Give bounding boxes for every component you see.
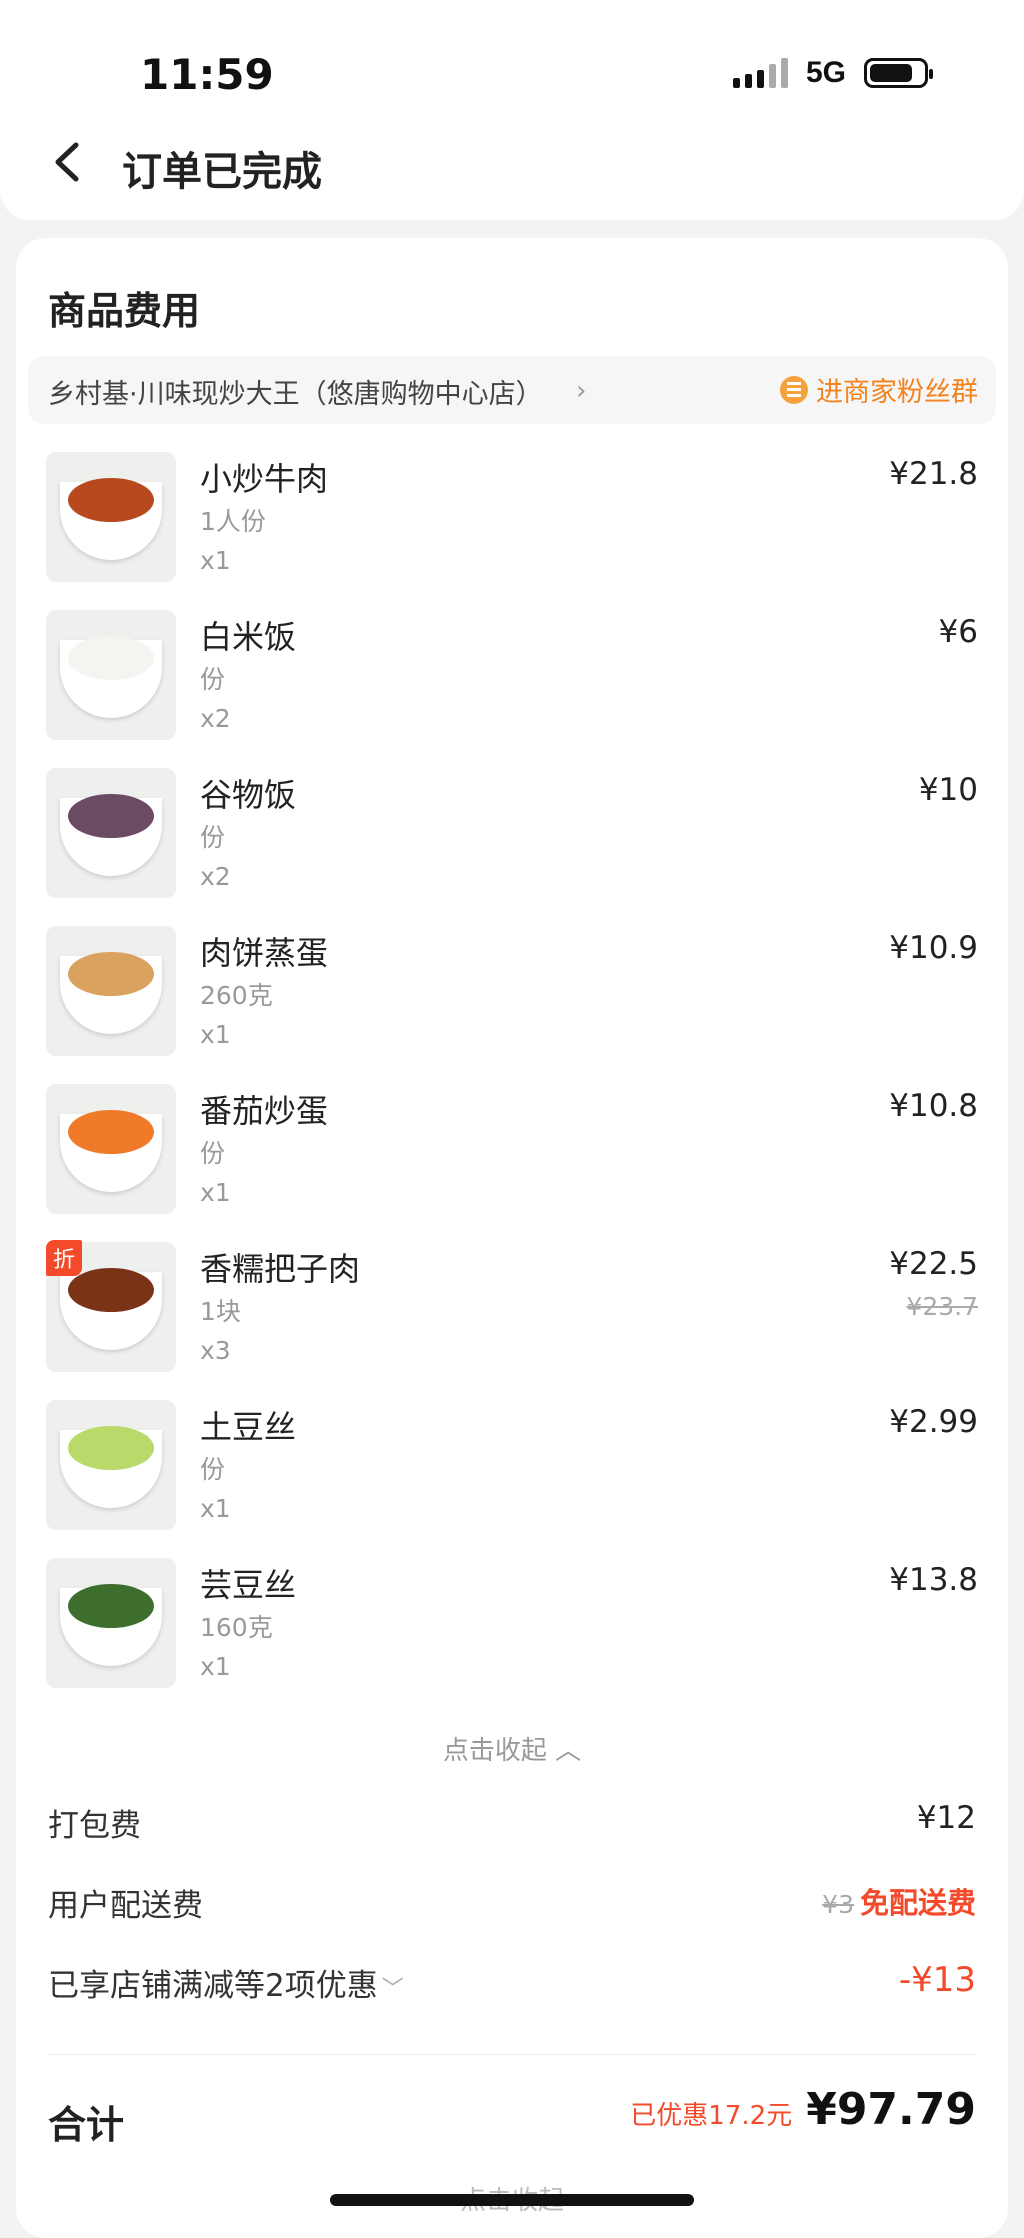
item-qty: x2	[200, 862, 231, 891]
total-amount: ¥97.79	[806, 2084, 976, 2135]
chat-icon	[780, 375, 808, 404]
item-name: 谷物饭	[200, 776, 297, 814]
item-spec: 160克	[200, 1613, 273, 1642]
item-original-price: ¥23.7	[906, 1292, 978, 1321]
status-indicators: 5G	[732, 56, 933, 90]
dish-image	[46, 768, 176, 898]
item-spec: 份	[200, 1455, 226, 1484]
item-spec: 1人份	[200, 507, 266, 536]
nav-bar: 订单已完成	[0, 115, 1024, 220]
signal-icon	[732, 58, 788, 88]
divider	[48, 2054, 976, 2055]
item-qty: x2	[200, 704, 231, 733]
list-item[interactable]: 番茄炒蛋 份 x1 ¥10.8	[16, 1084, 1008, 1242]
packing-fee-label: 打包费	[48, 1808, 141, 1844]
item-name: 土豆丝	[200, 1408, 297, 1446]
home-indicator	[330, 2194, 694, 2206]
dish-image	[46, 1558, 176, 1688]
list-item[interactable]: 白米饭 份 x2 ¥6	[16, 610, 1008, 768]
status-time: 11:59	[140, 50, 274, 99]
list-item[interactable]: 肉饼蒸蛋 260克 x1 ¥10.9	[16, 926, 1008, 1084]
dish-image	[46, 926, 176, 1056]
list-item[interactable]: 芸豆丝 160克 x1 ¥13.8	[16, 1558, 1008, 1716]
packing-fee-value: ¥12	[916, 1800, 976, 1836]
dish-image	[46, 610, 176, 740]
list-item[interactable]: 土豆丝 份 x1 ¥2.99	[16, 1400, 1008, 1558]
item-price: ¥22.5	[889, 1246, 978, 1282]
item-price: ¥13.8	[889, 1562, 978, 1598]
delivery-fee-value: ¥3 免配送费	[822, 1880, 976, 1922]
item-price: ¥6	[938, 614, 978, 650]
total-saved: 已优惠17.2元	[630, 2101, 793, 2131]
packing-fee-row: 打包费 ¥12	[48, 1800, 976, 1850]
dish-image	[46, 452, 176, 582]
collapse-button[interactable]: 点击收起 ︿	[16, 1730, 1008, 1767]
free-delivery-label: 免配送费	[859, 1886, 976, 1920]
item-qty: x1	[200, 546, 231, 575]
item-qty: x1	[200, 1652, 231, 1681]
item-qty: x3	[200, 1336, 231, 1365]
item-name: 肉饼蒸蛋	[200, 934, 329, 972]
shop-name[interactable]: 乡村基·川味现炒大王（悠唐购物中心店）	[48, 372, 543, 411]
chevron-up-icon: ︿	[555, 1736, 582, 1766]
discount-row[interactable]: 已享店铺满减等2项优惠 ﹀ -¥13	[48, 1960, 976, 2010]
discount-value: -¥13	[898, 1960, 976, 2000]
item-spec: 份	[200, 1139, 226, 1168]
delivery-original-fee: ¥3	[822, 1890, 854, 1919]
fans-group-link[interactable]: 进商家粉丝群	[780, 370, 978, 409]
item-name: 芸豆丝	[200, 1566, 297, 1604]
order-fee-card: 商品费用 乡村基·川味现炒大王（悠唐购物中心店） › 进商家粉丝群 小炒牛肉 1…	[16, 238, 1008, 2238]
page-title: 订单已完成	[122, 149, 322, 195]
item-spec: 1块	[200, 1297, 241, 1326]
delivery-fee-label: 用户配送费	[48, 1888, 203, 1924]
item-price: ¥10.9	[889, 930, 978, 966]
shop-bar[interactable]: 乡村基·川味现炒大王（悠唐购物中心店） › 进商家粉丝群	[28, 356, 996, 424]
item-name: 香糯把子肉	[200, 1250, 361, 1288]
list-item[interactable]: 小炒牛肉 1人份 x1 ¥21.8	[16, 452, 1008, 610]
chevron-right-icon: ›	[576, 376, 587, 406]
total-label: 合计	[48, 2103, 125, 2147]
item-qty: x1	[200, 1020, 231, 1049]
discount-label: 已享店铺满减等2项优惠	[48, 1968, 378, 2004]
total-summary: 已优惠17.2元 ¥97.79	[630, 2084, 976, 2135]
back-arrow-icon[interactable]	[48, 137, 88, 187]
fans-group-label: 进商家粉丝群	[816, 377, 978, 408]
item-qty: x1	[200, 1178, 231, 1207]
item-name: 小炒牛肉	[200, 460, 329, 498]
delivery-fee-row: 用户配送费 ¥3 免配送费	[48, 1880, 976, 1930]
chevron-down-icon: ﹀	[381, 1977, 404, 2002]
list-item[interactable]: 谷物饭 份 x2 ¥10	[16, 768, 1008, 926]
item-name: 番茄炒蛋	[200, 1092, 329, 1130]
item-name: 白米饭	[200, 618, 297, 656]
list-item[interactable]: 折 香糯把子肉 1块 x3 ¥22.5 ¥23.7	[16, 1240, 1008, 1400]
item-spec: 份	[200, 823, 226, 852]
discount-badge: 折	[46, 1240, 82, 1276]
battery-icon	[864, 58, 933, 88]
network-type: 5G	[805, 56, 846, 89]
item-price: ¥21.8	[889, 456, 978, 492]
discount-label-wrap[interactable]: 已享店铺满减等2项优惠 ﹀	[48, 1960, 404, 2005]
item-spec: 份	[200, 665, 226, 694]
item-price: ¥10	[918, 772, 978, 808]
dish-image	[46, 1084, 176, 1214]
section-title: 商品费用	[48, 289, 201, 333]
dish-image	[46, 1400, 176, 1530]
item-price: ¥10.8	[889, 1088, 978, 1124]
item-price: ¥2.99	[889, 1404, 978, 1440]
item-qty: x1	[200, 1494, 231, 1523]
item-spec: 260克	[200, 981, 273, 1010]
collapse-label: 点击收起	[442, 1736, 547, 1766]
item-list: 小炒牛肉 1人份 x1 ¥21.8 白米饭 份 x2 ¥6 谷物饭 份 x2 ¥…	[16, 452, 1008, 1716]
